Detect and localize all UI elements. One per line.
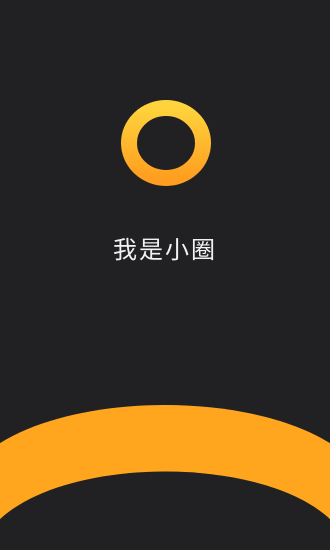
app-tagline: 我是小圈 <box>113 236 217 264</box>
ring-logo-icon <box>121 100 211 186</box>
splash-screen: 我是小圈 <box>0 0 330 550</box>
bottom-arc-decoration <box>0 380 330 550</box>
